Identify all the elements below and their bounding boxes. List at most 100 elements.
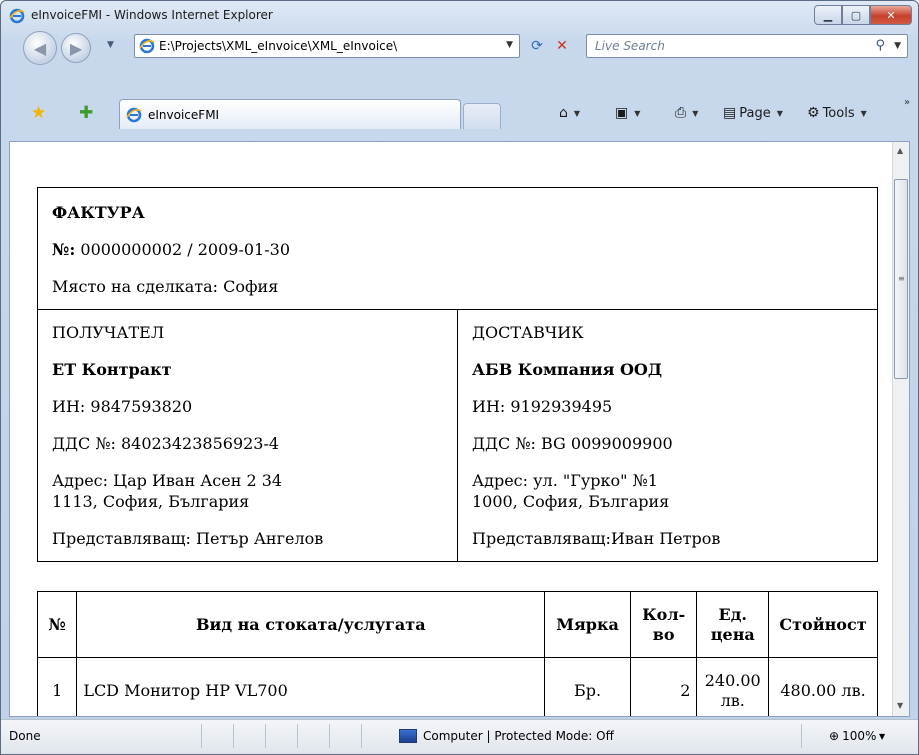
- print-icon: ⎙: [675, 105, 687, 121]
- invoice-place: Място на сделката: София: [52, 277, 279, 296]
- status-text: Done: [9, 729, 41, 743]
- chevron-down-icon: ▼: [776, 108, 783, 118]
- item-quantity: 2: [629, 657, 698, 716]
- zoom-icon: ⊕: [829, 729, 840, 743]
- feeds-button[interactable]: ▣ ▼: [615, 105, 640, 121]
- address-dropdown-icon[interactable]: ▼: [506, 40, 513, 50]
- invoice-number-value: 0000000002 / 2009-01-30: [80, 240, 290, 259]
- invoice-title-cell: ФАКТУРА №: 0000000002 / 2009-01-30 Място…: [37, 187, 878, 310]
- refresh-button[interactable]: ⟳: [526, 34, 548, 58]
- back-arrow-icon: ◀: [33, 38, 47, 58]
- feeds-icon: ▣: [615, 105, 629, 121]
- col-header-number: №: [36, 591, 78, 658]
- page-icon: ▤: [723, 105, 737, 121]
- tools-menu-label: Tools: [822, 105, 855, 121]
- invoice-number-label: №:: [52, 240, 76, 259]
- grip-icon: ≡: [898, 274, 905, 283]
- col-header-unit: Мярка: [544, 591, 631, 658]
- item-number: 1: [36, 657, 78, 716]
- item-name: LCD Монитор HP VL700: [76, 657, 546, 716]
- supplier-address-line1: Адрес: ул. "Гурко" №1: [472, 471, 658, 490]
- security-zone-label: Computer | Protected Mode: Off: [423, 729, 614, 743]
- refresh-icon: ⟳: [531, 38, 543, 54]
- status-bar: Done Computer | Protected Mode: Off ⊕ 10…: [1, 719, 918, 754]
- col-header-unit-price: Ед. цена: [696, 591, 770, 658]
- recent-pages-dropdown[interactable]: ▼: [107, 40, 114, 50]
- status-divider: [361, 724, 362, 748]
- recipient-representative: Представляващ: Петър Ангелов: [52, 529, 324, 548]
- tools-gear-icon: ⚙: [807, 105, 820, 121]
- tab-label: eInvoiceFMI: [148, 108, 220, 122]
- chevron-down-icon: ▼: [860, 108, 867, 118]
- page-menu[interactable]: ▤ Page ▼: [723, 105, 783, 121]
- address-url[interactable]: E:\Projects\XML_eInvoice\XML_eInvoice\: [159, 39, 397, 53]
- search-icon[interactable]: ⚲: [875, 38, 885, 53]
- window-title: eInvoiceFMI - Windows Internet Explorer: [31, 8, 273, 22]
- tab-einvoicefmi[interactable]: eInvoiceFMI: [119, 99, 461, 129]
- ie-page-icon: [139, 38, 155, 54]
- scroll-down-icon[interactable]: ▼: [897, 701, 903, 710]
- item-unit: Бр.: [544, 657, 631, 716]
- supplier-cell: ДОСТАВЧИК АБВ Компания ООД ИН: 919293949…: [457, 309, 878, 562]
- maximize-icon: ▢: [850, 8, 862, 22]
- items-header-row: № Вид на стоката/услугата Мярка Кол-во Е…: [36, 591, 878, 658]
- supplier-name: АБВ Компания ООД: [472, 360, 663, 379]
- recipient-address: Адрес: Цар Иван Асен 2 34 1113, София, Бъ…: [52, 462, 443, 520]
- close-icon: ✕: [886, 8, 896, 22]
- search-placeholder: Live Search: [595, 39, 665, 53]
- tab-bar: ★ ✚ eInvoiceFMI ⌂ ▼ ▣ ▼ ⎙ ▼ ▤ Page ▼ ⚙ Tools ▼ …: [1, 95, 918, 139]
- print-button[interactable]: ⎙ ▼: [675, 105, 698, 121]
- favorites-star-icon[interactable]: ★: [31, 103, 46, 123]
- chevron-down-icon: ▼: [573, 108, 581, 118]
- ie-logo-icon: [126, 107, 142, 123]
- zoom-dropdown-icon[interactable]: ▼: [879, 732, 885, 741]
- scroll-up-icon[interactable]: ▲: [897, 146, 903, 155]
- new-tab-button[interactable]: [463, 103, 501, 129]
- close-button[interactable]: ✕: [870, 5, 912, 25]
- back-button[interactable]: ◀: [23, 31, 57, 65]
- zoom-control[interactable]: ⊕ 100%: [829, 729, 876, 743]
- items-table: № Вид на стоката/услугата Мярка Кол-во Е…: [36, 591, 878, 716]
- chevron-down-icon: ▼: [692, 108, 699, 118]
- browser-window: eInvoiceFMI - Windows Internet Explorer …: [0, 0, 919, 755]
- col-header-name: Вид на стоката/услугата: [76, 591, 546, 658]
- minimize-icon: ▁: [823, 8, 833, 22]
- page-menu-label: Page: [739, 105, 771, 121]
- recipient-heading: ПОЛУЧАТЕЛ: [52, 323, 165, 342]
- add-favorite-icon[interactable]: ✚: [79, 103, 93, 123]
- scroll-thumb[interactable]: ≡: [894, 179, 908, 379]
- invoice-header-table: ФАКТУРА №: 0000000002 / 2009-01-30 Място…: [37, 187, 878, 562]
- forward-button[interactable]: ▶: [61, 33, 91, 63]
- caption-buttons: ▁ ▢ ✕: [814, 5, 912, 25]
- title-bar: eInvoiceFMI - Windows Internet Explorer …: [1, 1, 918, 31]
- navigation-bar: ◀ ▶ ▼ E:\Projects\XML_eInvoice\XML_eInvo…: [1, 31, 918, 87]
- invoice-title: ФАКТУРА: [52, 203, 145, 222]
- status-divider: [265, 724, 266, 748]
- recipient-vat: ДДС №: 84023423856923-4: [52, 434, 280, 453]
- minimize-button[interactable]: ▁: [814, 5, 842, 25]
- supplier-heading: ДОСТАВЧИК: [472, 323, 584, 342]
- search-field[interactable]: Live Search ⚲ ▼: [586, 34, 908, 58]
- security-zone[interactable]: Computer | Protected Mode: Off: [399, 729, 614, 743]
- more-commands-icon[interactable]: »: [904, 97, 910, 108]
- col-header-quantity: Кол-во: [629, 591, 698, 658]
- stop-button[interactable]: ✕: [551, 34, 573, 58]
- invoice-number: №: 0000000002 / 2009-01-30: [52, 231, 863, 268]
- search-options-dropdown[interactable]: ▼: [894, 41, 901, 51]
- recipient-address-line1: Адрес: Цар Иван Асен 2 34: [52, 471, 283, 490]
- maximize-button[interactable]: ▢: [842, 5, 870, 25]
- supplier-vat: ДДС №: BG 0099009900: [472, 434, 673, 453]
- col-header-total: Стойност: [768, 591, 878, 658]
- recipient-id: ИН: 9847593820: [52, 397, 193, 416]
- item-total: 480.00 лв.: [768, 657, 878, 716]
- item-unit-price: 240.00 лв.: [696, 657, 770, 716]
- vertical-scrollbar[interactable]: ▲ ≡ ▼: [892, 142, 909, 716]
- tools-menu[interactable]: ⚙ Tools ▼: [807, 105, 867, 121]
- status-divider: [329, 724, 330, 748]
- ie-logo-icon: [9, 8, 25, 24]
- recipient-cell: ПОЛУЧАТЕЛ ЕТ Контракт ИН: 9847593820 ДДС…: [37, 309, 458, 562]
- zoom-level: 100%: [842, 729, 877, 743]
- home-button[interactable]: ⌂ ▼: [559, 105, 580, 121]
- status-divider: [297, 724, 298, 748]
- address-bar[interactable]: E:\Projects\XML_eInvoice\XML_eInvoice\ ▼: [134, 34, 520, 58]
